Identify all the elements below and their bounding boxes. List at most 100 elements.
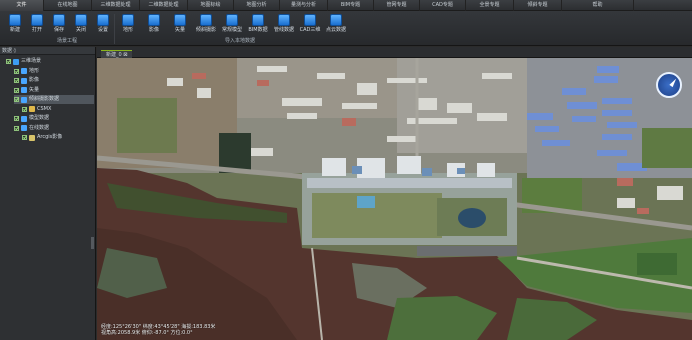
ribbon-button-label: 管线数据 [273, 27, 294, 33]
menu-tab-0[interactable]: 文件 [0, 0, 44, 11]
group-separator [114, 14, 115, 44]
layer-visibility-checkbox[interactable] [22, 135, 27, 140]
settings-button[interactable]: 设置 [92, 14, 114, 38]
menu-tab-2[interactable]: 三维数据处理 [92, 0, 140, 11]
new-project-icon [9, 14, 21, 26]
layer-visibility-checkbox[interactable] [14, 116, 19, 121]
menu-bar: 文件 在线地图 三维数据处理 二维数据处理 地图标绘 地图分析 量测与分析 BIM专题 管网专题… [0, 0, 692, 11]
menu-tab-3[interactable]: 二维数据处理 [140, 0, 188, 11]
layer-visibility-checkbox[interactable] [22, 106, 27, 112]
map-view[interactable]: 经度:125°26'30" 纬度:43°45'28" 海拔:183.83米 视角… [97, 58, 692, 340]
pipeline-icon [278, 14, 290, 26]
layer-panel: 数据 ◊ 三维场景地形影像 矢量倾斜摄影数据 CSMX 模型数据在线数据 Arcgis影… [0, 47, 96, 340]
menu-tab-8[interactable]: 管网专题 [374, 0, 420, 11]
ribbon-button-label: 打开 [31, 27, 42, 33]
open-folder-icon [31, 14, 43, 26]
layer-item-label: 矢量 [29, 86, 40, 93]
menu-tab-4[interactable]: 地图标绘 [188, 0, 234, 11]
point-cloud-button[interactable]: 点云数据 [325, 14, 347, 38]
new-project-button[interactable]: 新建 [4, 14, 26, 38]
oblique-photo-button[interactable]: 倾斜摄影 [195, 14, 217, 38]
model-button[interactable]: 常规模型 [221, 14, 243, 38]
status-line-camera: 视角高:2058.9米 俯仰:-87.0° 方位:0.0° [101, 330, 193, 336]
oblique-photo-icon [200, 14, 212, 26]
ribbon-button-label: 常规模型 [221, 27, 242, 33]
layer-item[interactable]: CSMX [22, 105, 94, 114]
menu-tab-12[interactable]: 帮助 [562, 0, 634, 11]
model-layer-icon [21, 115, 27, 122]
save-button[interactable]: 保存 [48, 14, 70, 38]
menu-tab-7[interactable]: BIM专题 [328, 0, 374, 11]
panel-title: 数据 ◊ [0, 47, 95, 55]
group-label-import: 导入本地数据 [224, 38, 255, 44]
layer-item[interactable]: 地形 [14, 67, 94, 76]
close-project-icon [75, 14, 87, 26]
oblique-layer-icon [21, 96, 27, 103]
cad-3d-icon [304, 14, 316, 26]
layer-item-label: CSMX [37, 105, 52, 112]
settings-icon [97, 14, 109, 26]
terrain-icon [122, 14, 134, 26]
terrain-layer-icon [21, 68, 27, 74]
app-window: 文件 在线地图 三维数据处理 二维数据处理 地图标绘 地图分析 量测与分析 BIM专题 管网专题… [0, 0, 692, 340]
tab-new-scene[interactable]: 新建_0 ⊠ [101, 50, 133, 58]
layer-item[interactable]: 倾斜摄影数据 [14, 95, 94, 104]
pipeline-button[interactable]: 管线数据 [273, 14, 295, 38]
menu-tab-5[interactable]: 地图分析 [234, 0, 280, 11]
ribbon-button-label: 关闭 [75, 27, 86, 33]
layer-item-label: 倾斜摄影数据 [29, 96, 60, 102]
compass-icon[interactable] [656, 72, 682, 98]
menu-tab-6[interactable]: 量测与分析 [280, 0, 328, 11]
scene-icon [13, 58, 19, 65]
layer-item[interactable]: 模型数据 [14, 114, 94, 123]
layer-item[interactable]: 三维场景 [6, 57, 94, 66]
layer-item-label: 模型数据 [29, 115, 50, 121]
ribbon-button-label: 矢量 [174, 27, 185, 33]
menu-tab-9[interactable]: CAD专题 [420, 0, 466, 11]
status-readout: 经度:125°26'30" 纬度:43°45'28" 海拔:183.83米 视角… [101, 324, 215, 336]
ribbon-button-label: 保存 [53, 27, 64, 33]
imagery-button[interactable]: 影像 [143, 14, 165, 38]
layer-visibility-checkbox[interactable] [14, 68, 19, 74]
ribbon-button-label: CAD三维 [299, 27, 321, 33]
menu-tab-10[interactable]: 全景专题 [466, 0, 514, 11]
open-folder-button[interactable]: 打开 [26, 14, 48, 38]
online-data-icon [21, 125, 27, 131]
layer-visibility-checkbox[interactable] [14, 125, 19, 131]
layer-item[interactable]: 矢量 [14, 86, 94, 95]
layer-item-label: 在线数据 [29, 124, 50, 131]
ribbon-button-label: 新建 [9, 27, 20, 33]
layer-item-label: 三维场景 [21, 58, 42, 64]
menu-tab-11[interactable]: 倾斜专题 [514, 0, 562, 11]
vector-button[interactable]: 矢量 [169, 14, 191, 38]
csmx-icon [29, 106, 35, 112]
layer-visibility-checkbox[interactable] [14, 78, 19, 83]
compass-needle [669, 77, 678, 88]
layer-visibility-checkbox[interactable] [14, 97, 19, 102]
ribbon-toolbar: 场景工程 导入本地数据 新建 打开 保存 关闭 设置 地形 影像 矢量 倾斜摄影 常规模型 BIM数… [0, 11, 692, 46]
layer-visibility-checkbox[interactable] [6, 59, 11, 64]
ribbon-button-label: 地形 [122, 27, 133, 33]
arcgis-imagery-icon [29, 134, 35, 141]
layer-visibility-checkbox[interactable] [14, 87, 19, 93]
ribbon-button-label: 倾斜摄影 [195, 27, 216, 33]
terrain-button[interactable]: 地形 [117, 14, 139, 38]
cad-3d-button[interactable]: CAD三维 [299, 14, 321, 38]
bim-button[interactable]: BIM数据 [247, 14, 269, 38]
imagery-icon [148, 14, 160, 26]
vector-icon [174, 14, 186, 26]
menu-tab-1[interactable]: 在线地图 [44, 0, 92, 11]
layer-item[interactable]: 影像 [14, 76, 94, 85]
model-icon [226, 14, 238, 26]
point-cloud-icon [330, 14, 342, 26]
panel-splitter-handle[interactable] [91, 237, 94, 249]
layer-item-label: 地形 [29, 67, 40, 74]
satellite-imagery [97, 58, 692, 340]
close-project-button[interactable]: 关闭 [70, 14, 92, 38]
layer-item[interactable]: Arcgis影像 [22, 133, 94, 142]
layer-item[interactable]: 在线数据 [14, 124, 94, 133]
ribbon-button-label: 设置 [97, 27, 108, 33]
save-icon [53, 14, 65, 26]
ribbon-button-label: 点云数据 [325, 27, 346, 33]
bim-icon [252, 14, 264, 26]
